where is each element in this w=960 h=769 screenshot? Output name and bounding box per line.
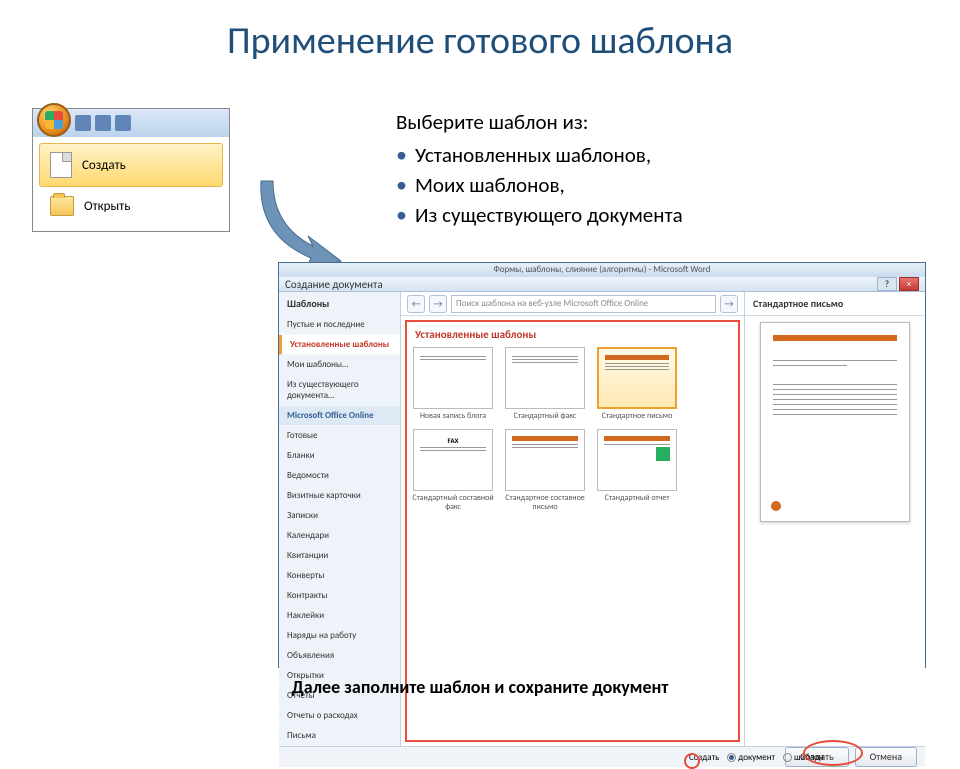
preview-title: Стандартное письмо <box>745 292 925 316</box>
template-thumb[interactable]: Стандартный факс <box>503 347 587 421</box>
category-item[interactable]: Отчеты о расходах <box>279 706 400 726</box>
new-document-icon <box>50 152 72 178</box>
dialog-title: Создание документа <box>285 278 383 291</box>
template-preview <box>760 322 910 522</box>
redo-icon[interactable] <box>115 115 131 131</box>
bullet-intro: Выберите шаблон из: <box>396 108 886 136</box>
undo-icon[interactable] <box>95 115 111 131</box>
category-item[interactable]: Объявления <box>279 646 400 666</box>
category-section-online[interactable]: Microsoft Office Online <box>279 406 400 426</box>
new-document-dialog: Формы, шаблоны, слияние (алгоритмы) - Mi… <box>278 262 926 668</box>
open-folder-icon <box>50 196 74 216</box>
left-header: Шаблоны <box>279 292 400 315</box>
category-item[interactable]: Контракты <box>279 586 400 606</box>
category-item[interactable]: Бланки <box>279 446 400 466</box>
office-menu-body: Создать Открыть <box>33 137 229 231</box>
category-item[interactable]: Наряды на работу <box>279 626 400 646</box>
category-item[interactable]: Письма <box>279 726 400 746</box>
category-item[interactable]: Из существующего документа… <box>279 375 400 406</box>
bullet-item: Из существующего документа <box>396 200 886 230</box>
word-window-title: Формы, шаблоны, слияние (алгоритмы) - Mi… <box>279 263 925 277</box>
bullet-item: Установленных шаблонов, <box>396 140 886 170</box>
category-item[interactable]: Наклейки <box>279 606 400 626</box>
category-item[interactable]: Записки <box>279 506 400 526</box>
category-item[interactable]: Пустые и последние <box>279 315 400 335</box>
category-item-installed[interactable]: Установленные шаблоны <box>279 335 400 355</box>
category-item[interactable]: Календари <box>279 526 400 546</box>
cancel-button[interactable]: Отмена <box>855 747 917 767</box>
template-thumb[interactable]: Стандартный отчет <box>595 429 679 512</box>
gallery-toolbar: ← → Поиск шаблона на веб-узле Microsoft … <box>401 292 744 316</box>
quick-access-toolbar <box>33 109 229 137</box>
menu-item-label: Создать <box>82 158 126 173</box>
category-item[interactable]: Мои шаблоны… <box>279 355 400 375</box>
dialog-footer: Создать документ шаблон Создать Отмена <box>279 746 925 767</box>
instruction-text: Выберите шаблон из: Установленных шаблон… <box>396 108 886 229</box>
menu-item-label: Открыть <box>84 199 130 214</box>
template-thumb[interactable]: FAXСтандартный составной факс <box>411 429 495 512</box>
category-item[interactable]: Квитанции <box>279 546 400 566</box>
category-item[interactable]: Конверты <box>279 566 400 586</box>
save-icon[interactable] <box>75 115 91 131</box>
category-item[interactable]: Ведомости <box>279 466 400 486</box>
forward-icon[interactable]: → <box>429 295 447 313</box>
search-go-icon[interactable]: → <box>720 295 738 313</box>
bullet-item: Моих шаблонов, <box>396 170 886 200</box>
office-button-icon[interactable] <box>37 103 71 137</box>
window-controls: ? × <box>877 277 919 291</box>
gallery-header: Установленные шаблоны <box>411 326 734 347</box>
dialog-titlebar: Создание документа ? × <box>279 277 925 292</box>
search-input[interactable]: Поиск шаблона на веб-узле Microsoft Offi… <box>451 295 716 313</box>
slide-title: Применение готового шаблона <box>0 0 960 74</box>
highlight-circle-icon <box>684 753 700 769</box>
template-thumb[interactable]: Новая запись блога <box>411 347 495 421</box>
template-thumb-selected[interactable]: Стандартное письмо <box>595 347 679 421</box>
highlight-oval-icon <box>803 740 863 766</box>
category-item[interactable]: Визитные карточки <box>279 486 400 506</box>
back-icon[interactable]: ← <box>407 295 425 313</box>
help-icon[interactable]: ? <box>877 277 897 291</box>
footer-instruction: Далее заполните шаблон и сохраните докум… <box>0 676 960 698</box>
close-icon[interactable]: × <box>899 277 919 291</box>
menu-item-create[interactable]: Создать <box>39 143 223 187</box>
radio-document[interactable]: документ <box>727 752 775 763</box>
menu-item-open[interactable]: Открыть <box>39 187 223 225</box>
office-menu-snippet: Создать Открыть <box>32 108 230 232</box>
template-thumb[interactable]: Стандартное составное письмо <box>503 429 587 512</box>
category-item[interactable]: Готовые <box>279 426 400 446</box>
